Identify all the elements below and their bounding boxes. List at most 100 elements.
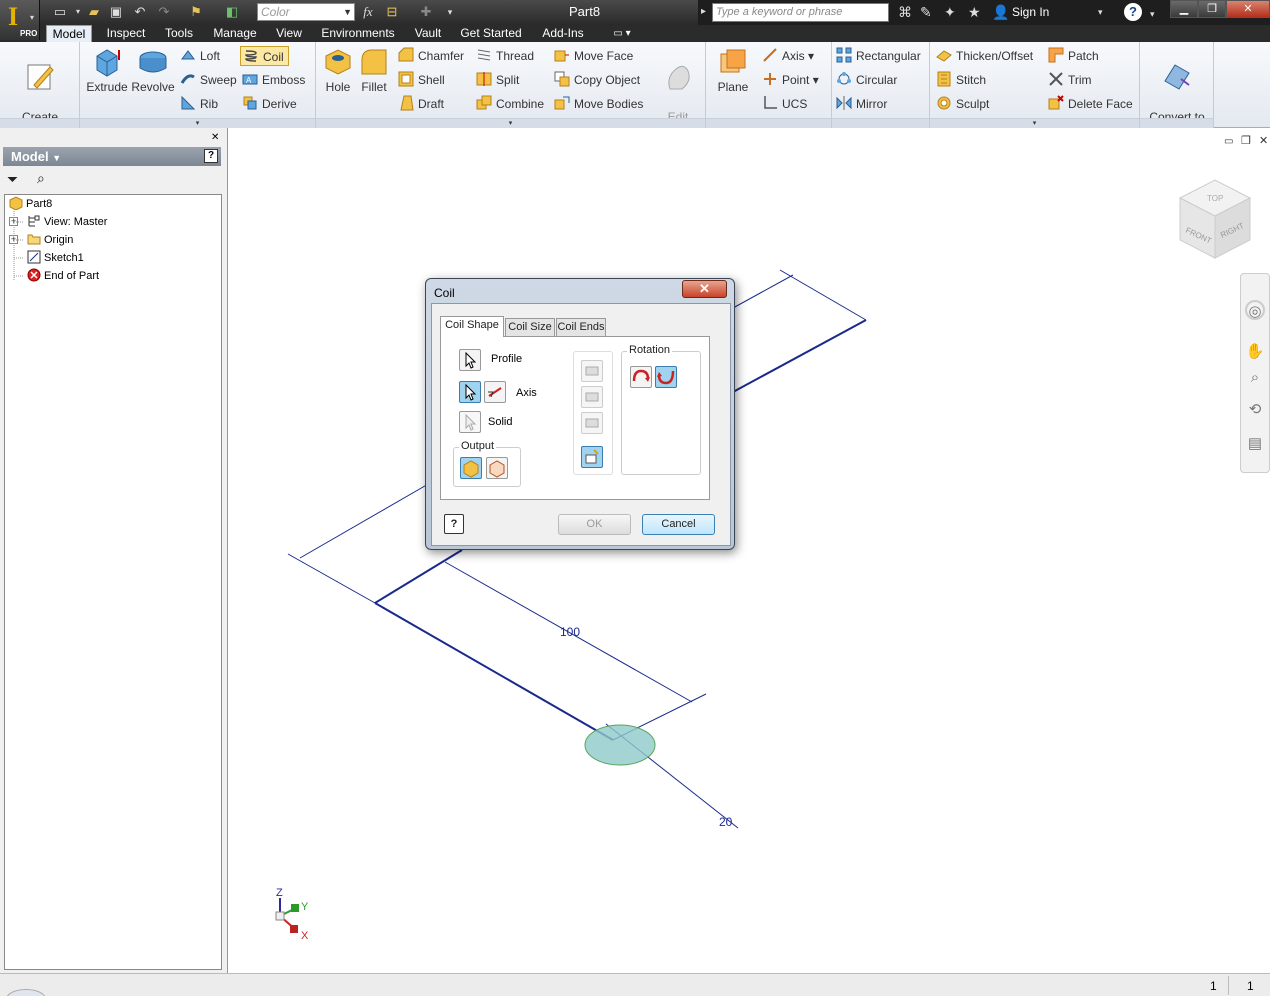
add-icon[interactable]: ✚ xyxy=(418,4,434,20)
sketch-line-right[interactable] xyxy=(732,319,867,393)
viewport-close-icon[interactable]: ✕ xyxy=(1259,134,1268,147)
parameters-icon[interactable]: fx xyxy=(360,4,376,20)
help-icon[interactable]: ? xyxy=(1124,3,1142,21)
browser-close-icon[interactable]: ✕ xyxy=(211,132,219,143)
zoom-icon[interactable]: ⌕ xyxy=(1245,368,1265,388)
ribbon-options-icon[interactable]: ▭ ▾ xyxy=(604,25,640,42)
viewport-restore-icon[interactable]: ❐ xyxy=(1241,134,1251,147)
close-button[interactable]: ✕ xyxy=(1226,0,1270,18)
minimize-button[interactable]: ▁ xyxy=(1170,0,1198,18)
profile-select-button[interactable] xyxy=(459,349,481,371)
rotation-counterclockwise-button[interactable] xyxy=(655,366,677,388)
restore-button[interactable]: ❐ xyxy=(1198,0,1226,18)
tree-node-end-of-part[interactable]: End of Part xyxy=(27,267,99,285)
ok-button[interactable]: OK xyxy=(558,514,631,535)
draft-button[interactable]: Draft xyxy=(398,94,444,114)
view-cube[interactable]: TOP FRONT RIGHT xyxy=(1178,179,1252,259)
help-dropdown-icon[interactable]: ▾ xyxy=(1150,6,1155,22)
undo-icon[interactable]: ↶ xyxy=(132,4,148,20)
sign-in-dropdown-icon[interactable]: ▾ xyxy=(1098,4,1103,20)
derive-button[interactable]: Derive xyxy=(242,94,297,114)
user-icon[interactable]: 👤 xyxy=(992,4,1009,20)
search-input[interactable]: Type a keyword or phrase xyxy=(712,3,889,22)
tab-vault[interactable]: Vault xyxy=(408,25,448,42)
update-icon[interactable]: ⚑ xyxy=(188,4,204,20)
tab-environments[interactable]: Environments xyxy=(316,25,400,42)
viewport-minimize-icon[interactable]: ▭ xyxy=(1224,136,1233,147)
split-button[interactable]: Split xyxy=(476,70,519,90)
tab-model[interactable]: Model xyxy=(46,25,92,42)
ucs-button[interactable]: UCS xyxy=(762,94,807,114)
new-file-icon[interactable]: ▭ xyxy=(52,4,68,20)
sweep-button[interactable]: Sweep xyxy=(180,70,237,90)
extrude-button[interactable]: Extrude xyxy=(84,46,130,95)
tab-tools[interactable]: Tools xyxy=(158,25,200,42)
dialog-close-button[interactable]: ✕ xyxy=(682,280,727,298)
mirror-button[interactable]: Mirror xyxy=(836,94,887,114)
communication-icon[interactable]: ✦ xyxy=(944,4,956,20)
revolve-button[interactable]: Revolve xyxy=(130,46,176,95)
binoculars-icon[interactable]: ⌘ xyxy=(898,4,912,20)
trim-button[interactable]: Trim xyxy=(1048,70,1092,90)
sculpt-button[interactable]: Sculpt xyxy=(936,94,989,114)
open-folder-icon[interactable]: ▰ xyxy=(86,4,102,20)
tab-view[interactable]: View xyxy=(270,25,308,42)
stitch-button[interactable]: Stitch xyxy=(936,70,986,90)
tab-manage[interactable]: Manage xyxy=(208,25,262,42)
copy-object-button[interactable]: Copy Object xyxy=(554,70,640,90)
surface-panel-footer[interactable]: ▾ xyxy=(930,118,1139,128)
flip-axis-button[interactable] xyxy=(484,381,506,403)
thicken-offset-button[interactable]: Thicken/Offset xyxy=(936,46,1033,66)
coil-type-button-1[interactable] xyxy=(581,360,603,382)
tab-inspect[interactable]: Inspect xyxy=(100,25,152,42)
create-panel-footer[interactable]: ▾ xyxy=(80,118,315,128)
diameter-dimension[interactable]: 20 xyxy=(719,815,733,829)
subscription-icon[interactable]: ✎ xyxy=(920,4,932,20)
sign-in-button[interactable]: Sign In xyxy=(1012,5,1049,19)
patch-button[interactable]: Patch xyxy=(1048,46,1099,66)
tab-add-ins[interactable]: Add-Ins xyxy=(534,25,592,42)
graphics-window[interactable]: 100 20 Z Y X TOP FRONT RIGHT ▭ ❐ ✕ xyxy=(229,128,1270,973)
solid-select-button[interactable] xyxy=(459,411,481,433)
expand-search-icon[interactable]: ▸ xyxy=(701,4,706,20)
thread-button[interactable]: Thread xyxy=(476,46,534,66)
color-dropdown[interactable]: Color ▼ xyxy=(257,3,355,21)
favorites-icon[interactable]: ★ xyxy=(968,4,981,20)
cancel-button[interactable]: Cancel xyxy=(642,514,715,535)
tree-node-view[interactable]: View: Master xyxy=(27,213,107,231)
filter-icon[interactable]: ⏷ xyxy=(7,171,18,188)
fillet-button[interactable]: Fillet xyxy=(356,46,392,95)
rotation-clockwise-button[interactable] xyxy=(630,366,652,388)
point-button[interactable]: Point ▾ xyxy=(762,70,819,90)
save-icon[interactable]: ▣ xyxy=(108,4,124,20)
combine-button[interactable]: Combine xyxy=(476,94,544,114)
axis-select-button[interactable] xyxy=(459,381,481,403)
dialog-help-button[interactable]: ? xyxy=(444,514,464,534)
steering-wheel-icon[interactable]: ◎ xyxy=(1245,300,1265,320)
select-icon[interactable]: ◧ xyxy=(224,4,240,20)
tab-coil-size[interactable]: Coil Size xyxy=(505,318,555,336)
orbit-icon[interactable]: ⟲ xyxy=(1245,400,1265,420)
output-surface-button[interactable] xyxy=(486,457,508,479)
emboss-button[interactable]: A Emboss xyxy=(242,70,305,90)
tab-coil-ends[interactable]: Coil Ends xyxy=(556,318,606,336)
hole-button[interactable]: Hole xyxy=(320,46,356,95)
modify-panel-footer[interactable]: ▾ xyxy=(316,118,705,128)
length-dimension[interactable]: 100 xyxy=(560,625,580,639)
delete-face-button[interactable]: Delete Face xyxy=(1048,94,1133,114)
pan-icon[interactable]: ✋ xyxy=(1245,342,1265,362)
new-dropdown-icon[interactable]: ▾ xyxy=(70,4,86,20)
rectangular-pattern-button[interactable]: Rectangular xyxy=(836,46,921,66)
plane-button[interactable]: Plane xyxy=(712,46,754,95)
optimize-button[interactable] xyxy=(581,446,603,468)
rib-button[interactable]: Rib xyxy=(180,94,218,114)
axis-button[interactable]: Axis ▾ xyxy=(762,46,814,66)
move-bodies-button[interactable]: Move Bodies xyxy=(554,94,643,114)
shell-button[interactable]: Shell xyxy=(398,70,445,90)
coil-profile-circle[interactable] xyxy=(584,724,656,766)
output-solid-button[interactable] xyxy=(460,457,482,479)
coil-button[interactable]: Coil xyxy=(240,46,289,66)
loft-button[interactable]: Loft xyxy=(180,46,220,66)
sketch-line-bottom[interactable] xyxy=(374,602,614,741)
browser-help-icon[interactable]: ? xyxy=(204,149,218,163)
